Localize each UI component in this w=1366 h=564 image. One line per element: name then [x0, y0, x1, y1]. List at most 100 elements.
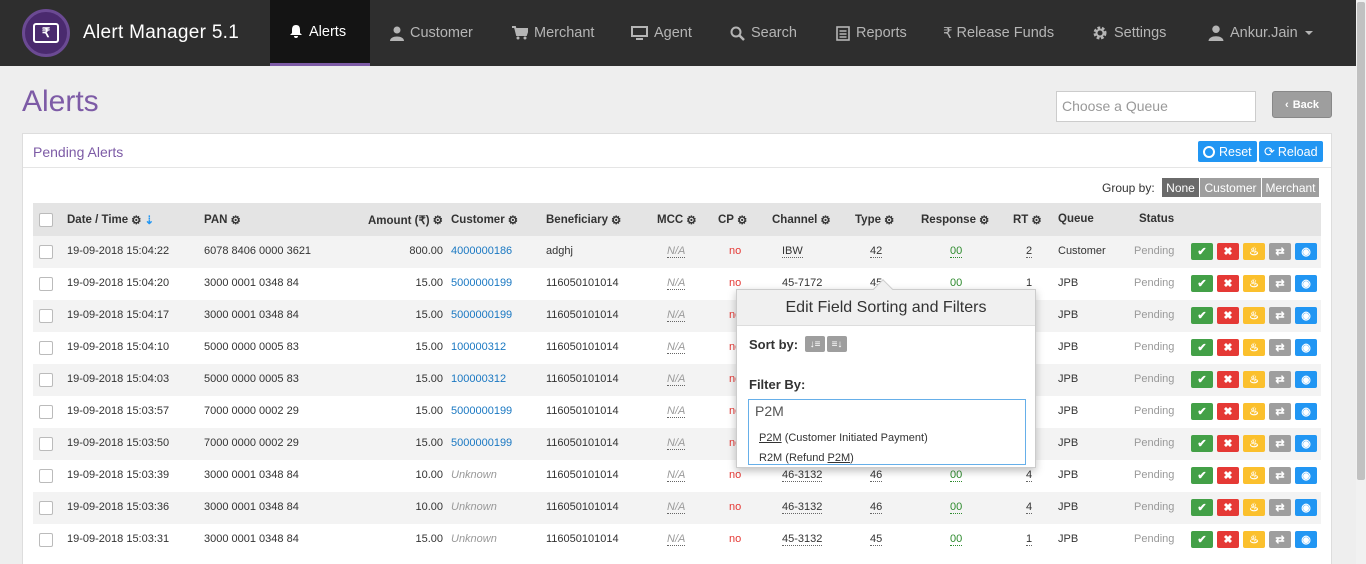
- table-row[interactable]: 19-09-2018 15:03:50 7000 0000 0002 29 15.0…: [33, 428, 1321, 460]
- view-icon[interactable]: ◉: [1295, 243, 1317, 260]
- group-by-customer[interactable]: Customer: [1200, 178, 1261, 197]
- view-icon[interactable]: ◉: [1295, 339, 1317, 356]
- transfer-icon[interactable]: ⇄: [1269, 531, 1291, 548]
- gear-icon[interactable]: ⚙: [131, 213, 141, 227]
- gear-icon[interactable]: ⚙: [611, 213, 621, 227]
- col-amount[interactable]: Amount (₹) ⚙: [368, 213, 443, 227]
- transfer-icon[interactable]: ⇄: [1269, 499, 1291, 516]
- nav-customer[interactable]: Customer: [390, 0, 473, 66]
- row-checkbox[interactable]: [39, 469, 53, 483]
- reject-icon[interactable]: ✖: [1217, 339, 1239, 356]
- gear-icon[interactable]: ⚙: [433, 213, 443, 227]
- col-response[interactable]: Response ⚙: [921, 213, 989, 227]
- transfer-icon[interactable]: ⇄: [1269, 339, 1291, 356]
- gear-icon[interactable]: ⚙: [230, 213, 240, 227]
- nav-merchant[interactable]: Merchant: [512, 0, 594, 66]
- approve-icon[interactable]: ✔: [1191, 467, 1213, 484]
- col-pan[interactable]: PAN ⚙: [204, 213, 241, 227]
- gear-icon[interactable]: ⚙: [979, 213, 989, 227]
- page-scrollbar[interactable]: [1356, 0, 1366, 564]
- group-by-none[interactable]: None: [1162, 178, 1199, 197]
- reject-icon[interactable]: ✖: [1217, 467, 1239, 484]
- col-channel[interactable]: Channel ⚙: [772, 213, 831, 227]
- user-menu[interactable]: Ankur.Jain: [1208, 0, 1313, 66]
- cell-customer[interactable]: 5000000199: [451, 309, 512, 321]
- gear-icon[interactable]: ⚙: [737, 213, 747, 227]
- nav-release-funds[interactable]: ₹ Release Funds: [943, 0, 1054, 66]
- table-row[interactable]: 19-09-2018 15:03:39 3000 0001 0348 84 10.0…: [33, 460, 1321, 492]
- reload-button[interactable]: ⟳ Reload: [1259, 141, 1323, 162]
- row-checkbox[interactable]: [39, 341, 53, 355]
- sort-ascending-button[interactable]: ↓≡: [805, 336, 825, 352]
- escalate-icon[interactable]: ♨: [1243, 467, 1265, 484]
- gear-icon[interactable]: ⚙: [820, 213, 830, 227]
- row-checkbox[interactable]: [39, 373, 53, 387]
- brand[interactable]: ₹ Alert Manager 5.1: [22, 9, 239, 57]
- table-row[interactable]: 19-09-2018 15:04:22 6078 8406 0000 3621 80…: [33, 236, 1321, 268]
- approve-icon[interactable]: ✔: [1191, 275, 1213, 292]
- row-checkbox[interactable]: [39, 245, 53, 259]
- approve-icon[interactable]: ✔: [1191, 243, 1213, 260]
- reject-icon[interactable]: ✖: [1217, 435, 1239, 452]
- gear-icon[interactable]: ⚙: [884, 213, 894, 227]
- transfer-icon[interactable]: ⇄: [1269, 307, 1291, 324]
- cell-customer[interactable]: 100000312: [451, 373, 506, 385]
- table-row[interactable]: 19-09-2018 15:03:31 3000 0001 0348 84 15.0…: [33, 524, 1321, 556]
- approve-icon[interactable]: ✔: [1191, 371, 1213, 388]
- gear-icon[interactable]: ⚙: [508, 213, 518, 227]
- escalate-icon[interactable]: ♨: [1243, 403, 1265, 420]
- cell-customer[interactable]: 5000000199: [451, 437, 512, 449]
- row-checkbox[interactable]: [39, 501, 53, 515]
- queue-select[interactable]: Choose a Queue: [1056, 91, 1256, 122]
- view-icon[interactable]: ◉: [1295, 435, 1317, 452]
- row-checkbox[interactable]: [39, 309, 53, 323]
- view-icon[interactable]: ◉: [1295, 499, 1317, 516]
- table-row[interactable]: 19-09-2018 15:04:20 3000 0001 0348 84 15.0…: [33, 268, 1321, 300]
- nav-search[interactable]: Search: [730, 0, 797, 66]
- cell-customer[interactable]: 5000000199: [451, 277, 512, 289]
- approve-icon[interactable]: ✔: [1191, 499, 1213, 516]
- col-cp[interactable]: CP ⚙: [718, 213, 747, 227]
- view-icon[interactable]: ◉: [1295, 403, 1317, 420]
- view-icon[interactable]: ◉: [1295, 467, 1317, 484]
- nav-alerts[interactable]: Alerts: [270, 0, 370, 66]
- escalate-icon[interactable]: ♨: [1243, 339, 1265, 356]
- table-row[interactable]: 19-09-2018 15:03:57 7000 0000 0002 29 15.0…: [33, 396, 1321, 428]
- sort-descending-button[interactable]: ≡↓: [827, 336, 847, 352]
- nav-agent[interactable]: Agent: [631, 0, 692, 66]
- reject-icon[interactable]: ✖: [1217, 403, 1239, 420]
- suggestion-p2m[interactable]: P2M (Customer Initiated Payment): [759, 432, 928, 444]
- escalate-icon[interactable]: ♨: [1243, 243, 1265, 260]
- view-icon[interactable]: ◉: [1295, 371, 1317, 388]
- approve-icon[interactable]: ✔: [1191, 339, 1213, 356]
- reject-icon[interactable]: ✖: [1217, 499, 1239, 516]
- approve-icon[interactable]: ✔: [1191, 403, 1213, 420]
- row-checkbox[interactable]: [39, 533, 53, 547]
- approve-icon[interactable]: ✔: [1191, 435, 1213, 452]
- nav-settings[interactable]: Settings: [1092, 0, 1166, 66]
- filter-input[interactable]: P2M: [748, 399, 1026, 425]
- gear-icon[interactable]: ⚙: [686, 213, 696, 227]
- transfer-icon[interactable]: ⇄: [1269, 371, 1291, 388]
- back-button[interactable]: ‹ Back: [1272, 91, 1332, 118]
- transfer-icon[interactable]: ⇄: [1269, 435, 1291, 452]
- row-checkbox[interactable]: [39, 437, 53, 451]
- cell-customer[interactable]: 5000000199: [451, 405, 512, 417]
- gear-icon[interactable]: ⚙: [1031, 213, 1041, 227]
- escalate-icon[interactable]: ♨: [1243, 531, 1265, 548]
- reset-button[interactable]: Reset: [1198, 141, 1257, 162]
- reject-icon[interactable]: ✖: [1217, 371, 1239, 388]
- transfer-icon[interactable]: ⇄: [1269, 403, 1291, 420]
- transfer-icon[interactable]: ⇄: [1269, 467, 1291, 484]
- col-date[interactable]: Date / Time ⚙ ⇣: [67, 213, 154, 227]
- transfer-icon[interactable]: ⇄: [1269, 275, 1291, 292]
- escalate-icon[interactable]: ♨: [1243, 307, 1265, 324]
- col-beneficiary[interactable]: Beneficiary ⚙: [546, 213, 621, 227]
- escalate-icon[interactable]: ♨: [1243, 371, 1265, 388]
- table-row[interactable]: 19-09-2018 15:04:10 5000 0000 0005 83 15.0…: [33, 332, 1321, 364]
- row-checkbox[interactable]: [39, 277, 53, 291]
- reject-icon[interactable]: ✖: [1217, 243, 1239, 260]
- table-row[interactable]: 19-09-2018 15:04:03 5000 0000 0005 83 15.0…: [33, 364, 1321, 396]
- table-row[interactable]: 19-09-2018 15:03:36 3000 0001 0348 84 10.0…: [33, 492, 1321, 524]
- escalate-icon[interactable]: ♨: [1243, 499, 1265, 516]
